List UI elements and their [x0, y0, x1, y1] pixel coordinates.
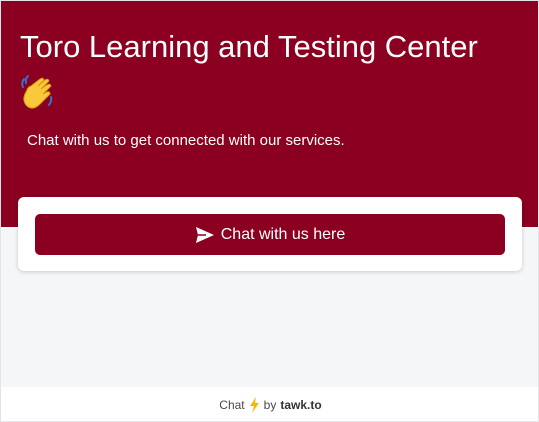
lightning-bolt-icon: [249, 397, 260, 413]
chat-with-us-button[interactable]: Chat with us here: [35, 214, 505, 255]
chat-card: Chat with us here: [18, 197, 522, 271]
chat-widget: Toro Learning and Testing Center Chat wi…: [0, 0, 539, 422]
tawk-to-brand-link[interactable]: tawk.to: [280, 398, 321, 412]
footer-chat-text: Chat: [219, 398, 245, 412]
footer: Chat by tawk.to: [1, 387, 538, 421]
footer-by-text: by: [263, 398, 277, 412]
header-banner: Toro Learning and Testing Center Chat wi…: [1, 1, 538, 227]
chat-button-label: Chat with us here: [220, 225, 346, 243]
send-icon: [195, 226, 215, 244]
waving-hand-icon: [18, 73, 56, 113]
page-title: Toro Learning and Testing Center: [20, 29, 478, 64]
subtitle: Chat with us to get connected with our s…: [27, 132, 345, 149]
